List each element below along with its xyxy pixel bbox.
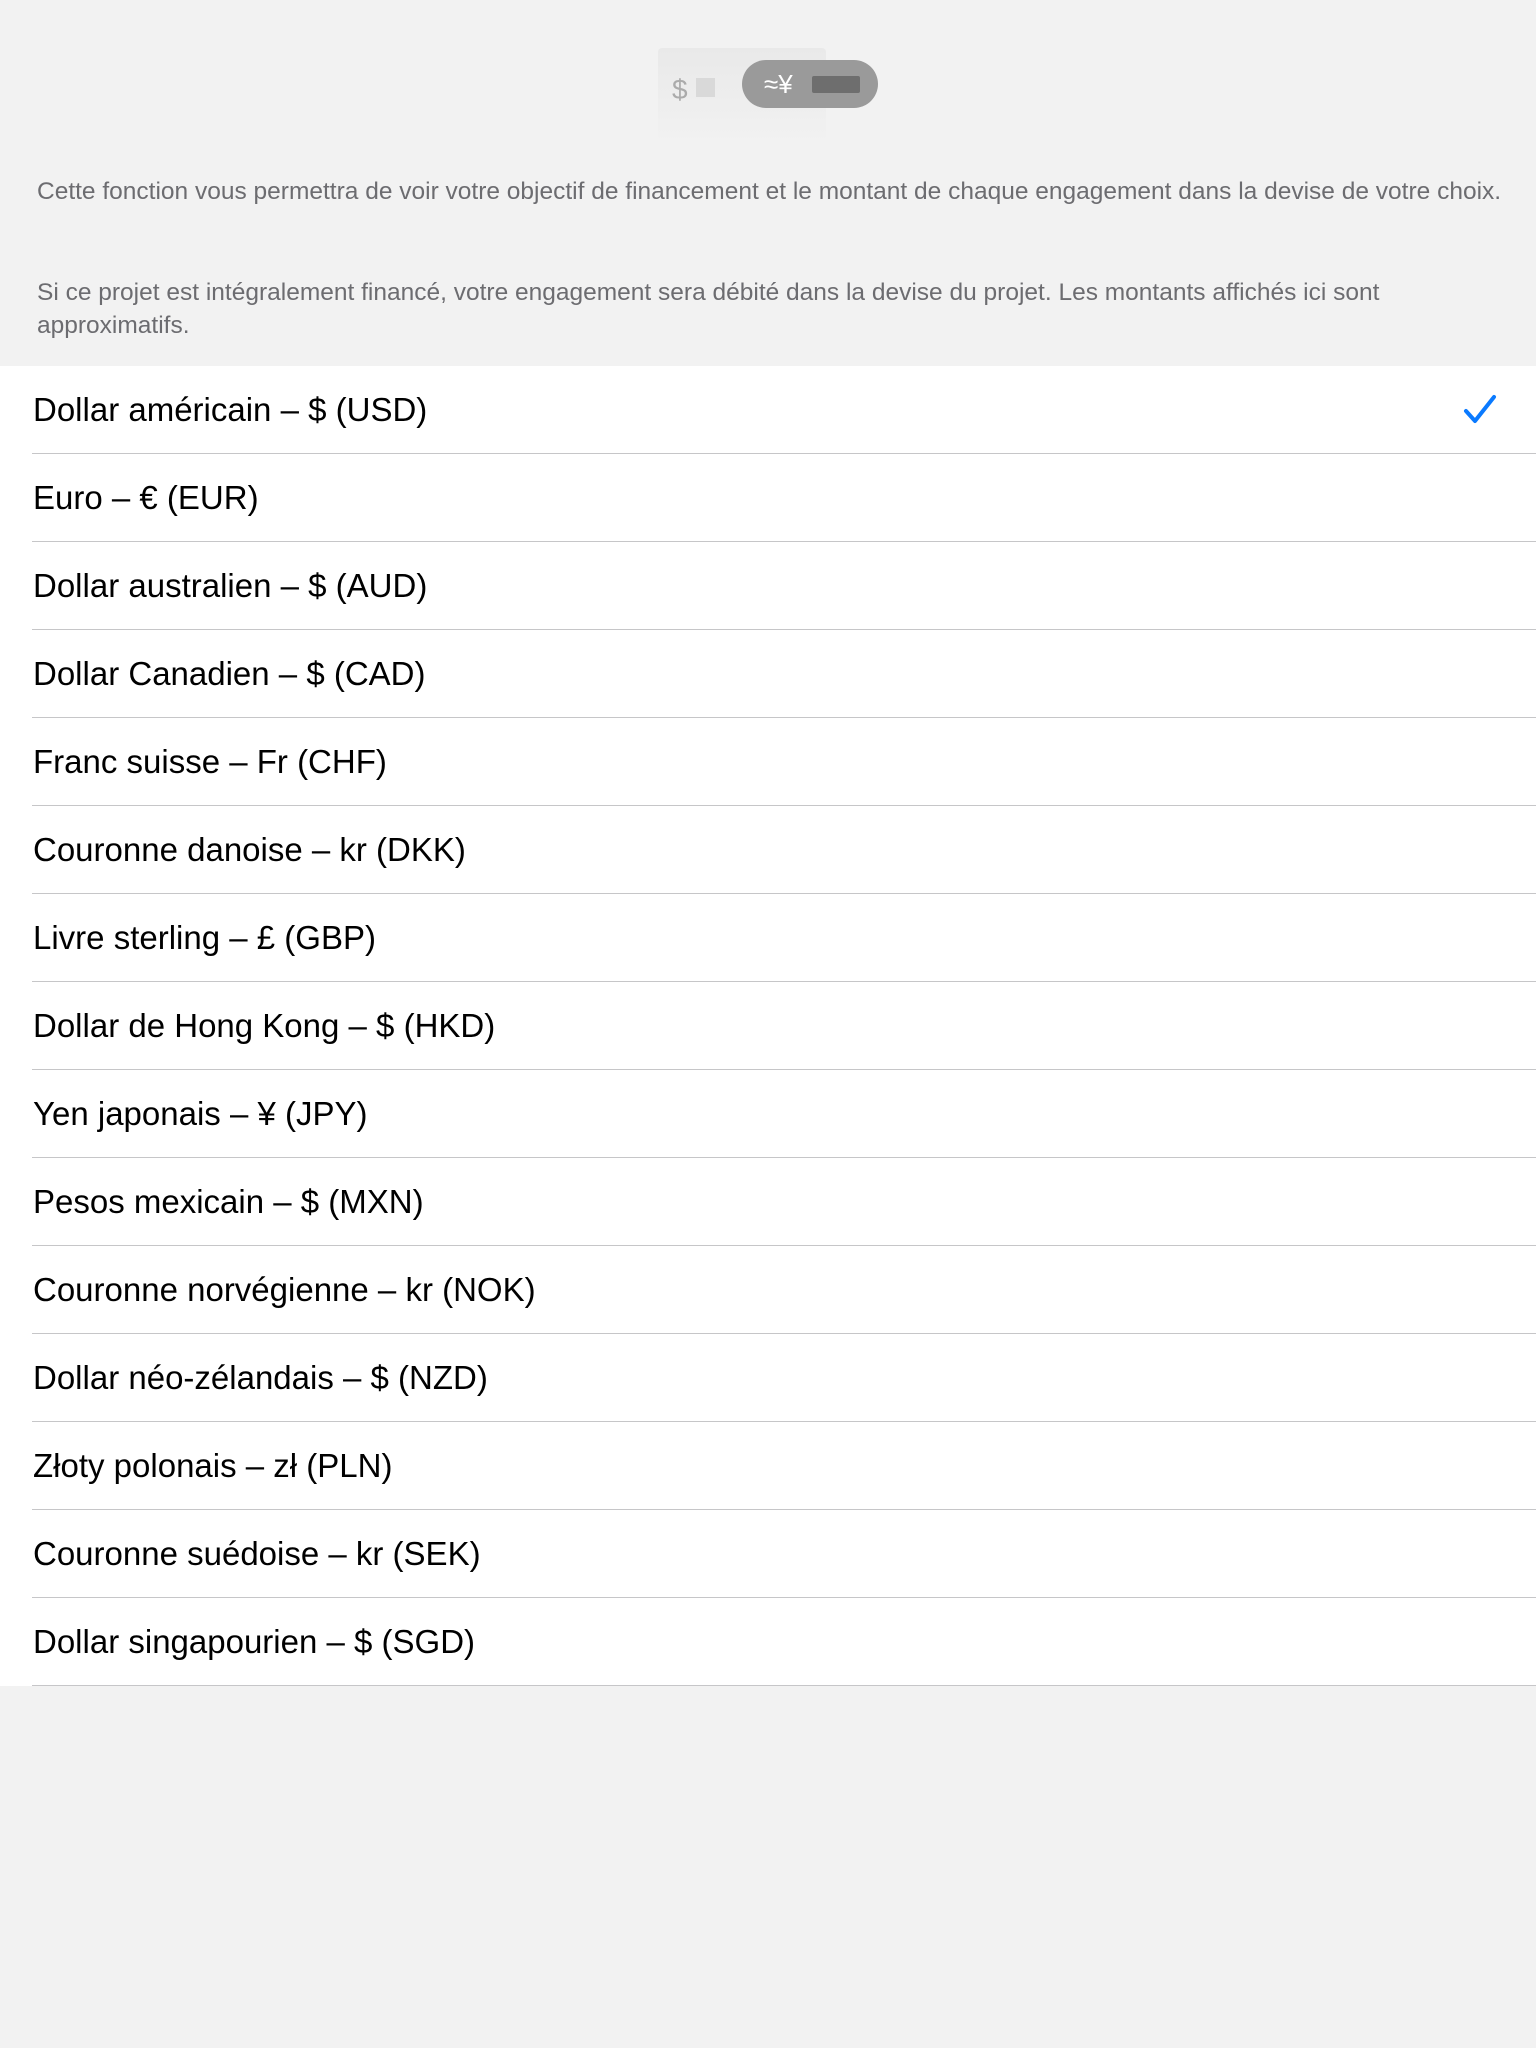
- currency-row[interactable]: Franc suisse – Fr (CHF): [0, 718, 1536, 806]
- currency-row[interactable]: Euro – € (EUR): [0, 454, 1536, 542]
- currency-label: Dollar néo-zélandais – $ (NZD): [33, 1359, 488, 1396]
- currency-label: Livre sterling – £ (GBP): [33, 919, 376, 956]
- currency-list: Dollar américain – $ (USD) Euro – € (EUR)…: [0, 366, 1536, 1686]
- currency-row[interactable]: Couronne norvégienne – kr (NOK): [0, 1246, 1536, 1334]
- currency-label: Couronne norvégienne – kr (NOK): [33, 1271, 536, 1308]
- converted-amount-placeholder: [812, 76, 860, 93]
- currency-conversion-illustration: $ ≈¥: [658, 48, 878, 144]
- currency-row[interactable]: Couronne danoise – kr (DKK): [0, 806, 1536, 894]
- currency-label: Pesos mexicain – $ (MXN): [33, 1183, 424, 1220]
- currency-row[interactable]: Dollar singapourien – $ (SGD): [0, 1598, 1536, 1686]
- currency-row[interactable]: Dollar néo-zélandais – $ (NZD): [0, 1334, 1536, 1422]
- currency-row[interactable]: Pesos mexicain – $ (MXN): [0, 1158, 1536, 1246]
- currency-label: Euro – € (EUR): [33, 479, 259, 516]
- currency-row[interactable]: Yen japonais – ¥ (JPY): [0, 1070, 1536, 1158]
- amount-placeholder: [696, 78, 715, 97]
- currency-row[interactable]: Couronne suédoise – kr (SEK): [0, 1510, 1536, 1598]
- converted-amount-pill: ≈¥: [742, 60, 878, 108]
- description-paragraph-2: Si ce projet est intégralement financé, …: [37, 279, 1380, 339]
- currency-label: Dollar australien – $ (AUD): [33, 567, 428, 604]
- currency-label: Couronne suédoise – kr (SEK): [33, 1535, 481, 1572]
- checkmark-icon: [1464, 395, 1496, 423]
- approx-yen-symbol: ≈¥: [764, 69, 793, 99]
- currency-label: Dollar américain – $ (USD): [33, 391, 428, 428]
- currency-row[interactable]: Dollar australien – $ (AUD): [0, 542, 1536, 630]
- currency-label: Franc suisse – Fr (CHF): [33, 743, 387, 780]
- currency-label: Dollar Canadien – $ (CAD): [33, 655, 426, 692]
- currency-label: Dollar de Hong Kong – $ (HKD): [33, 1007, 496, 1044]
- currency-label: Couronne danoise – kr (DKK): [33, 831, 466, 868]
- currency-label: Złoty polonais – zł (PLN): [33, 1447, 393, 1484]
- description-paragraph-1: Cette fonction vous permettra de voir vo…: [37, 178, 1502, 205]
- currency-label: Dollar singapourien – $ (SGD): [33, 1623, 476, 1660]
- currency-row[interactable]: Dollar de Hong Kong – $ (HKD): [0, 982, 1536, 1070]
- currency-row[interactable]: Dollar Canadien – $ (CAD): [0, 630, 1536, 718]
- currency-row[interactable]: Livre sterling – £ (GBP): [0, 894, 1536, 982]
- dollar-symbol: $: [672, 74, 688, 105]
- currency-row[interactable]: Dollar américain – $ (USD): [0, 366, 1536, 454]
- currency-info-header: $ ≈¥ Cette fonction vous permettra de vo…: [0, 0, 1536, 366]
- currency-row[interactable]: Złoty polonais – zł (PLN): [0, 1422, 1536, 1510]
- currency-label: Yen japonais – ¥ (JPY): [33, 1095, 368, 1132]
- empty-area: [0, 1686, 1536, 2048]
